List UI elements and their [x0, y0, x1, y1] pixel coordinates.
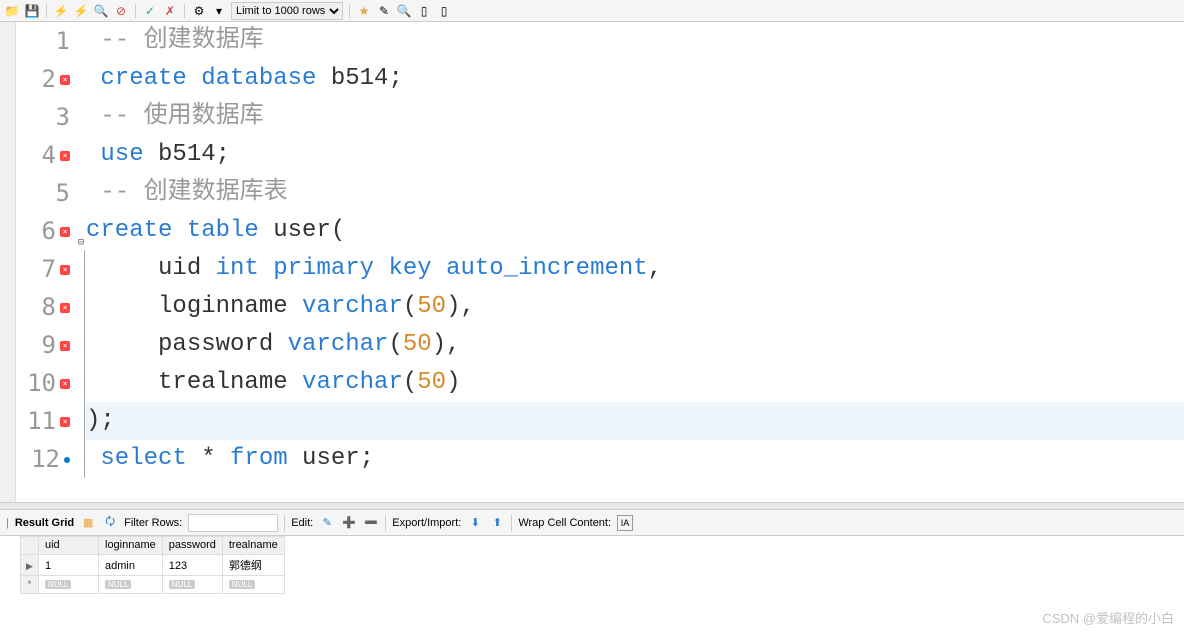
code-line[interactable]: loginname varchar(50),	[86, 288, 1184, 326]
edit-label: Edit:	[291, 517, 313, 529]
grid-cell[interactable]: NULL	[99, 576, 163, 594]
edit-icon[interactable]: ✎	[319, 515, 335, 531]
gutter-line: 11×	[16, 402, 82, 440]
main-toolbar: 📁 💾 ⚡ ⚡ 🔍 ⊘ ✓ ✗ ⚙ ▾ Limit to 1000 rows ★…	[0, 0, 1184, 22]
grid-header-cell[interactable]: trealname	[222, 537, 284, 555]
search-icon[interactable]: 🔍	[396, 3, 412, 19]
gutter-line: 3	[16, 98, 82, 136]
sql-editor[interactable]: 12×34×56×⊟7×8×9×10×11×12 -- 创建数据库 create…	[0, 22, 1184, 502]
execute-icon[interactable]: ⚡	[53, 3, 69, 19]
explain-icon[interactable]: 🔍	[93, 3, 109, 19]
stop-icon[interactable]: ⊘	[113, 3, 129, 19]
grid-cell[interactable]: NULL	[222, 576, 284, 594]
error-marker-icon: ×	[60, 341, 70, 351]
separator	[385, 515, 386, 531]
gutter-line: 8×	[16, 288, 82, 326]
vertical-bar: |	[6, 517, 9, 529]
separator	[46, 4, 47, 18]
code-line[interactable]: create table user(	[86, 212, 1184, 250]
code-line[interactable]: select * from user;	[86, 440, 1184, 478]
error-marker-icon: ×	[60, 303, 70, 313]
error-marker-icon: ×	[60, 417, 70, 427]
code-line[interactable]: uid int primary key auto_increment,	[86, 250, 1184, 288]
gutter-line: 10×	[16, 364, 82, 402]
filter-rows-input[interactable]	[188, 514, 278, 532]
code-line[interactable]: password varchar(50),	[86, 326, 1184, 364]
grid-cell[interactable]: admin	[99, 555, 163, 576]
error-marker-icon: ×	[60, 151, 70, 161]
line-gutter: 12×34×56×⊟7×8×9×10×11×12	[16, 22, 86, 502]
error-marker-icon: ×	[60, 265, 70, 275]
grid-header-cell[interactable]: password	[162, 537, 222, 555]
export-import-label: Export/Import:	[392, 517, 461, 529]
cursor-marker-icon	[64, 457, 70, 463]
grid-icon[interactable]: ▦	[80, 515, 96, 531]
gutter-line: 4×	[16, 136, 82, 174]
result-toolbar: | Result Grid ▦ 🗘 Filter Rows: Edit: ✎ ➕…	[0, 510, 1184, 536]
import-icon[interactable]: ⬆	[489, 515, 505, 531]
beautify-icon[interactable]: ★	[356, 3, 372, 19]
limit-rows-select[interactable]: Limit to 1000 rows	[231, 2, 343, 20]
gutter-line: 7×	[16, 250, 82, 288]
execute-step-icon[interactable]: ⚡	[73, 3, 89, 19]
beautify2-icon[interactable]: ✎	[376, 3, 392, 19]
grid-header-cell[interactable]: uid	[39, 537, 99, 555]
grid-cell[interactable]: NULL	[39, 576, 99, 594]
row-marker: *	[21, 576, 39, 594]
fold-guide	[84, 250, 85, 478]
delete-row-icon[interactable]: ➖	[363, 515, 379, 531]
row-marker: ▶	[21, 555, 39, 576]
commit-icon[interactable]: ✓	[142, 3, 158, 19]
code-line[interactable]: trealname varchar(50)	[86, 364, 1184, 402]
grid-header-cell[interactable]: loginname	[99, 537, 163, 555]
separator	[511, 515, 512, 531]
grid-header-row: uidloginnamepasswordtrealname	[21, 537, 285, 555]
error-marker-icon: ×	[60, 379, 70, 389]
wrap-cell-label: Wrap Cell Content:	[518, 517, 611, 529]
separator	[135, 4, 136, 18]
table-row[interactable]: *NULLNULLNULLNULL	[21, 576, 285, 594]
refresh-icon[interactable]: 🗘	[102, 515, 118, 531]
rollback-icon[interactable]: ✗	[162, 3, 178, 19]
gutter-line: 1	[16, 22, 82, 60]
save-icon[interactable]: 💾	[24, 3, 40, 19]
result-grid-label: Result Grid	[15, 517, 74, 529]
separator	[184, 4, 185, 18]
code-line[interactable]: -- 创建数据库表	[86, 174, 1184, 212]
add-row-icon[interactable]: ➕	[341, 515, 357, 531]
gutter-line: 9×	[16, 326, 82, 364]
panel1-icon[interactable]: ▯	[416, 3, 432, 19]
code-line[interactable]: use b514;	[86, 136, 1184, 174]
code-line[interactable]: -- 创建数据库	[86, 22, 1184, 60]
code-area[interactable]: -- 创建数据库 create database b514; -- 使用数据库 …	[86, 22, 1184, 502]
result-grid[interactable]: uidloginnamepasswordtrealname▶1admin123郭…	[20, 536, 285, 594]
filter-rows-label: Filter Rows:	[124, 517, 182, 529]
separator	[349, 4, 350, 18]
code-line[interactable]: -- 使用数据库	[86, 98, 1184, 136]
editor-margin	[0, 22, 16, 502]
error-marker-icon: ×	[60, 227, 70, 237]
code-line[interactable]: );	[86, 402, 1184, 440]
error-marker-icon: ×	[60, 75, 70, 85]
export-icon[interactable]: ⬇	[467, 515, 483, 531]
grid-cell[interactable]: 123	[162, 555, 222, 576]
limit-icon[interactable]: ▾	[211, 3, 227, 19]
gutter-line: 6×⊟	[16, 212, 82, 250]
gutter-line: 2×	[16, 60, 82, 98]
splitter[interactable]	[0, 502, 1184, 510]
grid-cell[interactable]: 1	[39, 555, 99, 576]
gutter-line: 5	[16, 174, 82, 212]
grid-cell[interactable]: NULL	[162, 576, 222, 594]
watermark: CSDN @爱编程的小白	[1042, 608, 1174, 627]
separator	[284, 515, 285, 531]
table-row[interactable]: ▶1admin123郭德纲	[21, 555, 285, 576]
panel2-icon[interactable]: ▯	[436, 3, 452, 19]
grid-cell[interactable]: 郭德纲	[222, 555, 284, 576]
autocommit-icon[interactable]: ⚙	[191, 3, 207, 19]
wrap-icon[interactable]: IA	[617, 515, 633, 531]
open-icon[interactable]: 📁	[4, 3, 20, 19]
gutter-line: 12	[16, 440, 82, 478]
code-line[interactable]: create database b514;	[86, 60, 1184, 98]
